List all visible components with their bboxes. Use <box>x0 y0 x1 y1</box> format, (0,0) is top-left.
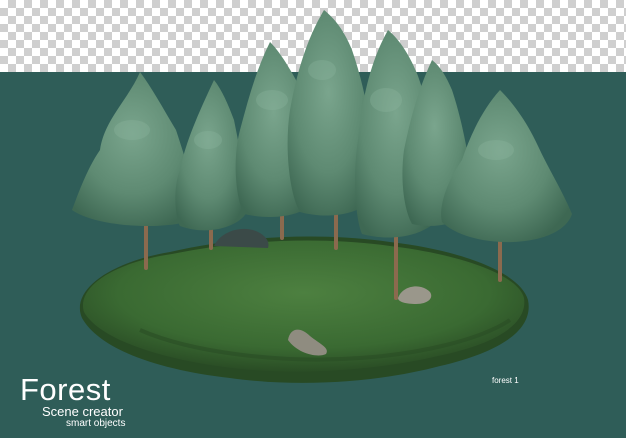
scene-caption: forest 1 <box>492 376 519 385</box>
pine-tree-far-right <box>441 90 572 243</box>
brand-tagline: smart objects <box>66 418 126 429</box>
brand-subtitle: Scene creator <box>42 404 123 419</box>
image-canvas: Forest Scene creator smart objects fores… <box>0 0 626 438</box>
rock-large <box>214 228 269 248</box>
brand-title: Forest <box>20 372 111 407</box>
